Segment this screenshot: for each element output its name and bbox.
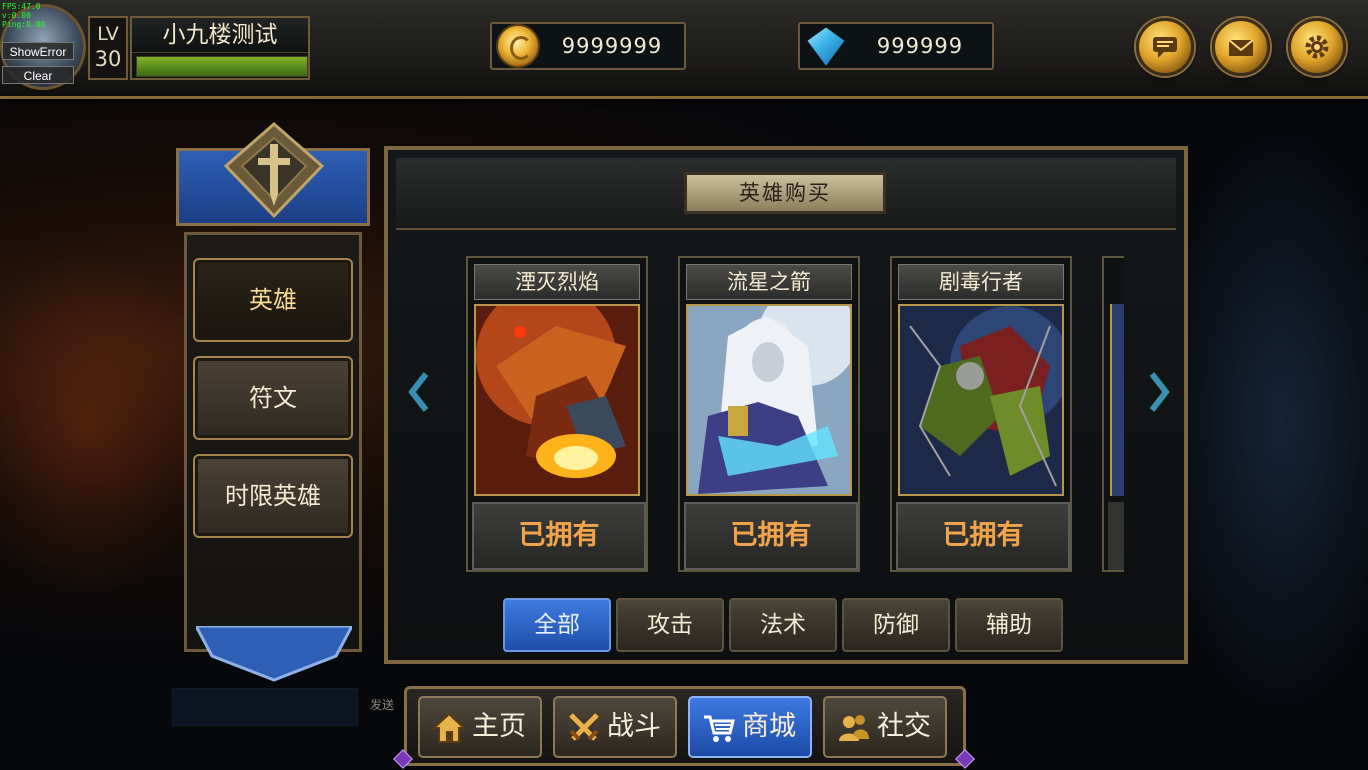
debug-overlay: FPS:47.0 v:0.00 Ping:0.00 (2, 2, 70, 29)
player-name-box: 小九楼测试 (130, 16, 310, 80)
diamond-icon (807, 27, 845, 66)
diamond-value: 999999 (876, 34, 964, 58)
owned-button[interactable]: 已拥有 (896, 502, 1070, 570)
dragon-portrait-image (476, 306, 638, 494)
debug-line: Ping:0.00 (2, 20, 46, 29)
nav-shop-button[interactable]: 商城 (688, 696, 812, 758)
chat-send-button[interactable]: 发送 (370, 696, 394, 713)
chat-button[interactable] (1136, 18, 1194, 76)
hero-name: 流星之箭 (686, 264, 852, 300)
filter-tab-attack[interactable]: 攻击 (616, 598, 724, 652)
xp-bar-fill (137, 57, 307, 76)
home-icon (432, 712, 466, 743)
debug-line: FPS:47.0 (2, 2, 41, 11)
hero-portrait-partial (1110, 304, 1124, 496)
hero-name: 湮灭烈焰 (474, 264, 640, 300)
hero-portrait (474, 304, 640, 496)
scroll-left-arrow-icon[interactable] (406, 370, 432, 414)
crossed-swords-icon (569, 713, 599, 741)
debug-line: v:0.00 (2, 11, 31, 20)
nav-label: 商城 (742, 711, 796, 742)
owned-button[interactable]: 已拥有 (472, 502, 646, 570)
nav-battle-button[interactable]: 战斗 (553, 696, 677, 758)
xp-bar (136, 56, 308, 77)
mail-icon (1228, 39, 1254, 56)
chat-bubble-icon (1153, 37, 1177, 58)
level-label: LV (97, 23, 119, 45)
player-name: 小九楼测试 (132, 18, 308, 53)
filter-tab-magic[interactable]: 法术 (729, 598, 837, 652)
gold-value: 9999999 (561, 34, 663, 58)
friends-icon (839, 715, 869, 741)
nav-label: 主页 (472, 711, 526, 742)
hero-card-partial[interactable] (1102, 256, 1124, 572)
nav-social-button[interactable]: 社交 (823, 696, 947, 758)
hero-card[interactable]: 流星之箭 已拥有 (678, 256, 860, 572)
sword-shield-icon (223, 122, 325, 219)
gear-icon (1305, 35, 1329, 59)
level-value: 30 (94, 47, 122, 71)
filter-tab-all[interactable]: 全部 (503, 598, 611, 652)
show-error-button[interactable]: ShowError (2, 42, 74, 60)
nav-label: 社交 (877, 711, 931, 742)
owned-button-partial (1108, 502, 1124, 570)
elf-archer-portrait-image (688, 306, 850, 494)
filter-tab-support[interactable]: 辅助 (955, 598, 1063, 652)
venom-walker-portrait-image (900, 306, 1062, 494)
category-heroes[interactable]: 英雄 (193, 258, 353, 342)
hero-portrait (686, 304, 852, 496)
settings-button[interactable] (1288, 18, 1346, 76)
filter-tab-defense[interactable]: 防御 (842, 598, 950, 652)
diamond-counter: 999999 (798, 22, 994, 70)
nav-home-button[interactable]: 主页 (418, 696, 542, 758)
scroll-right-arrow-icon[interactable] (1146, 370, 1172, 414)
hero-card[interactable]: 湮灭烈焰 已拥有 (466, 256, 648, 572)
hero-card[interactable]: 剧毒行者 已拥有 (890, 256, 1072, 572)
panel-bottom-ribbon (196, 626, 352, 682)
hero-name: 剧毒行者 (898, 264, 1064, 300)
panel-title: 英雄购买 (684, 172, 886, 214)
category-runes[interactable]: 符文 (193, 356, 353, 440)
chat-input[interactable] (172, 688, 358, 726)
owned-button[interactable]: 已拥有 (684, 502, 858, 570)
level-box: LV 30 (88, 16, 128, 80)
nav-label: 战斗 (607, 711, 661, 742)
gold-counter: 9999999 (490, 22, 686, 70)
category-limited-heroes[interactable]: 时限英雄 (193, 454, 353, 538)
gold-coin-icon (496, 24, 540, 68)
shopping-cart-icon (704, 715, 735, 742)
clear-button[interactable]: Clear (2, 66, 74, 84)
hero-portrait (898, 304, 1064, 496)
mail-button[interactable] (1212, 18, 1270, 76)
